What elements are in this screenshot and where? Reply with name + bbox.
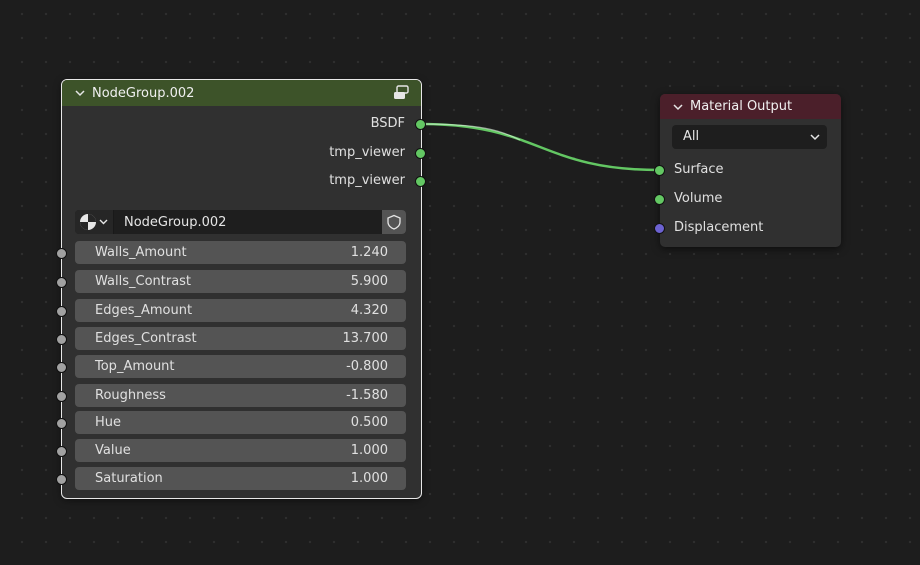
target-select[interactable]: All xyxy=(672,125,827,149)
input-socket-hue[interactable] xyxy=(56,418,67,429)
output-tmp-viewer-2: tmp_viewer xyxy=(329,173,405,188)
node-group-header[interactable]: NodeGroup.002 xyxy=(62,80,421,106)
input-socket-top-amount[interactable] xyxy=(56,362,67,373)
output-tmp-viewer-1: tmp_viewer xyxy=(329,145,405,160)
field-label: Edges_Contrast xyxy=(95,331,197,346)
chevron-down-icon[interactable] xyxy=(672,101,684,113)
shield-icon xyxy=(387,214,401,230)
input-socket-saturation[interactable] xyxy=(56,474,67,485)
field-value: 1.000 xyxy=(350,471,388,486)
input-socket-volume[interactable] xyxy=(654,194,665,205)
input-socket-walls-amount[interactable] xyxy=(56,248,67,259)
datablock-name[interactable]: NodeGroup.002 xyxy=(114,215,382,230)
target-value: All xyxy=(683,129,700,144)
field-label: Edges_Amount xyxy=(95,303,193,318)
input-socket-edges-amount[interactable] xyxy=(56,306,67,317)
material-output-header[interactable]: Material Output xyxy=(660,94,841,119)
fake-user-button[interactable] xyxy=(382,210,406,234)
input-volume: Volume xyxy=(674,191,723,206)
input-field-top-amount[interactable]: Top_Amount -0.800 xyxy=(75,355,406,378)
field-value: 13.700 xyxy=(342,331,389,346)
input-socket-displacement[interactable] xyxy=(654,223,665,234)
output-socket-bsdf[interactable] xyxy=(415,119,426,130)
input-field-value[interactable]: Value 1.000 xyxy=(75,439,406,462)
chevron-down-icon xyxy=(810,134,820,141)
datablock-type-dropdown[interactable] xyxy=(75,210,114,234)
input-field-roughness[interactable]: Roughness -1.580 xyxy=(75,384,406,407)
node-tree-datablock[interactable]: NodeGroup.002 xyxy=(75,210,406,234)
field-label: Walls_Contrast xyxy=(95,274,192,289)
input-surface: Surface xyxy=(674,162,724,177)
field-label: Hue xyxy=(95,415,122,430)
input-field-hue[interactable]: Hue 0.500 xyxy=(75,411,406,434)
input-socket-walls-contrast[interactable] xyxy=(56,277,67,288)
link-bsdf-to-surface[interactable] xyxy=(420,122,660,172)
input-field-saturation[interactable]: Saturation 1.000 xyxy=(75,467,406,490)
field-value: 0.500 xyxy=(350,415,388,430)
chevron-down-icon xyxy=(99,219,108,225)
material-sphere-icon xyxy=(80,214,108,230)
input-field-walls-contrast[interactable]: Walls_Contrast 5.900 xyxy=(75,270,406,293)
node-title: NodeGroup.002 xyxy=(92,85,195,101)
node-tree-icon[interactable] xyxy=(393,85,411,101)
input-socket-surface[interactable] xyxy=(654,165,665,176)
output-socket-tmp-viewer-1[interactable] xyxy=(415,148,426,159)
material-output-node[interactable]: Material Output All Surface Volume Displ… xyxy=(654,94,841,247)
input-displacement: Displacement xyxy=(674,220,764,235)
input-field-edges-contrast[interactable]: Edges_Contrast 13.700 xyxy=(75,327,406,350)
input-field-edges-amount[interactable]: Edges_Amount 4.320 xyxy=(75,299,406,322)
input-socket-value[interactable] xyxy=(56,446,67,457)
node-group[interactable]: NodeGroup.002 BSDF tmp_viewer tmp_viewer… xyxy=(56,79,426,499)
field-value: 1.000 xyxy=(350,443,388,458)
chevron-down-icon[interactable] xyxy=(74,87,86,99)
field-value: 4.320 xyxy=(350,303,388,318)
output-socket-tmp-viewer-2[interactable] xyxy=(415,176,426,187)
input-socket-roughness[interactable] xyxy=(56,391,67,402)
field-value: -0.800 xyxy=(346,359,388,374)
field-value: -1.580 xyxy=(346,388,388,403)
input-socket-edges-contrast[interactable] xyxy=(56,334,67,345)
field-label: Value xyxy=(95,443,131,458)
input-field-walls-amount[interactable]: Walls_Amount 1.240 xyxy=(75,241,406,264)
field-label: Walls_Amount xyxy=(95,245,187,260)
field-value: 5.900 xyxy=(350,274,388,289)
field-label: Top_Amount xyxy=(95,359,175,374)
field-label: Roughness xyxy=(95,388,166,403)
field-value: 1.240 xyxy=(350,245,388,260)
field-label: Saturation xyxy=(95,471,163,486)
output-bsdf: BSDF xyxy=(370,116,405,131)
node-title: Material Output xyxy=(690,99,793,114)
